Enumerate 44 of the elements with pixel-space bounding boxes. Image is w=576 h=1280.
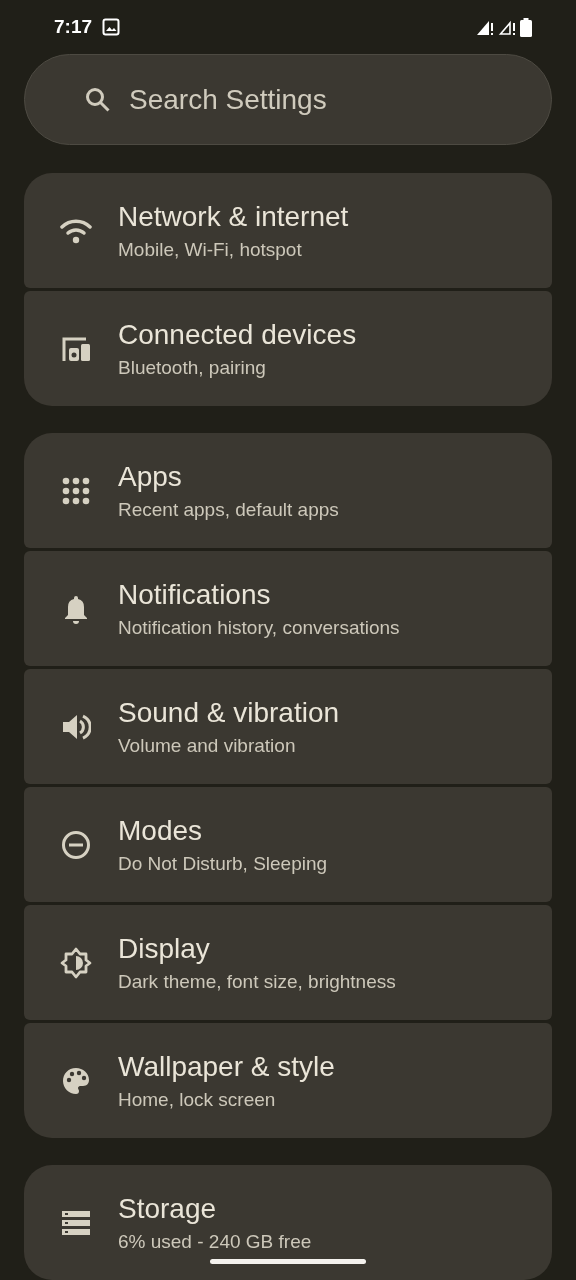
- item-subtitle: Volume and vibration: [118, 734, 297, 757]
- item-subtitle: Do Not Disturb, Sleeping: [118, 852, 328, 875]
- settings-item[interactable]: Modes Do Not Disturb, Sleeping: [24, 787, 552, 902]
- speaker-icon: [61, 712, 91, 741]
- item-title: Notifications: [118, 578, 272, 611]
- settings-item[interactable]: Network & internet Mobile, Wi-Fi, hotspot: [24, 173, 552, 288]
- settings-item[interactable]: Sound & vibration Volume and vibration: [24, 669, 552, 784]
- item-title: Network & internet: [118, 200, 349, 233]
- brightness-icon: [60, 946, 92, 979]
- apps-grid-icon: [62, 476, 90, 505]
- item-title: Display: [118, 932, 211, 965]
- item-subtitle: Mobile, Wi-Fi, hotspot: [118, 238, 303, 261]
- search-input[interactable]: Search Settings: [127, 82, 515, 117]
- search-bar[interactable]: Search Settings: [24, 54, 552, 145]
- item-subtitle: 6% used - 240 GB free: [118, 1230, 312, 1253]
- settings-item[interactable]: Connected devices Bluetooth, pairing: [24, 291, 552, 406]
- wifi-icon: [60, 217, 92, 244]
- image-icon: [102, 18, 121, 37]
- search-icon: [85, 86, 111, 113]
- signal-icon: [498, 19, 516, 36]
- signal-icon: [476, 19, 494, 36]
- home-indicator[interactable]: [210, 1259, 366, 1264]
- item-subtitle: Recent apps, default apps: [118, 498, 339, 521]
- settings-item[interactable]: Notifications Notification history, conversations: [24, 551, 552, 666]
- settings-item[interactable]: Apps Recent apps, default apps: [24, 433, 552, 548]
- item-title: Connected devices: [118, 318, 357, 351]
- settings-item[interactable]: Display Dark theme, font size, brightness: [24, 905, 552, 1020]
- settings-item[interactable]: Storage 6% used - 240 GB free: [24, 1165, 552, 1280]
- minus-circle-icon: [61, 829, 91, 860]
- item-subtitle: Notification history, conversations: [118, 616, 400, 639]
- bell-icon: [63, 593, 89, 624]
- palette-icon: [61, 1065, 91, 1096]
- item-title: Wallpaper & style: [118, 1050, 335, 1083]
- item-title: Apps: [118, 460, 183, 493]
- item-title: Storage: [118, 1192, 218, 1225]
- item-subtitle: Home, lock screen: [118, 1088, 277, 1111]
- storage-icon: [61, 1210, 91, 1235]
- item-subtitle: Dark theme, font size, brightness: [118, 970, 396, 993]
- item-title: Modes: [118, 814, 204, 847]
- item-subtitle: Bluetooth, pairing: [118, 356, 267, 379]
- battery-icon: [520, 17, 532, 37]
- item-title: Sound & vibration: [118, 696, 340, 729]
- settings-item[interactable]: Wallpaper & style Home, lock screen: [24, 1023, 552, 1138]
- status-time: 7:17: [54, 16, 93, 39]
